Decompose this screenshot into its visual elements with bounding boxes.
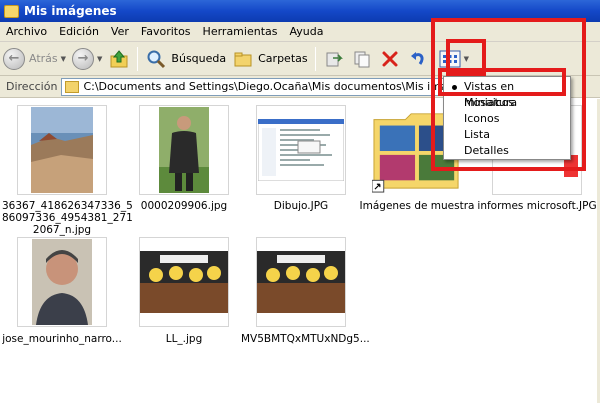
file-thumbnail[interactable]: [256, 237, 346, 327]
window-title: Mis imágenes: [24, 4, 117, 18]
toolbar-separator: [314, 46, 316, 71]
file-name: LL_.jpg: [165, 333, 203, 345]
back-label: Atrás: [29, 52, 58, 65]
address-path: C:\Documents and Settings\Diego.Ocaña\Mi…: [83, 80, 450, 93]
file-thumbnail[interactable]: [139, 237, 229, 327]
delete-button[interactable]: [376, 45, 404, 73]
search-icon: [145, 48, 167, 70]
file-name: MV5BMTQxMTUxNDg5...: [241, 333, 370, 345]
coastline-photo-icon: [31, 107, 93, 193]
up-folder-icon: [108, 48, 130, 70]
menu-favoritos[interactable]: Favoritos: [135, 25, 197, 38]
address-field[interactable]: C:\Documents and Settings\Diego.Ocaña\Mi…: [61, 77, 450, 96]
toolbar-separator: [137, 46, 139, 71]
copy-to-button[interactable]: [348, 45, 376, 73]
person-photo-icon: [159, 107, 209, 193]
move-to-button[interactable]: [320, 45, 348, 73]
folders-button[interactable]: Carpetas: [229, 45, 310, 73]
file-name: 36367_418626347336_5 86097336_4954381_271…: [2, 200, 133, 236]
file-thumbnail[interactable]: [256, 105, 346, 195]
back-arrow-icon: ←: [3, 47, 25, 70]
file-name: jose_mourinho_narro...: [2, 333, 122, 345]
cartoon-photo-icon: [257, 251, 345, 313]
chevron-down-icon: ▼: [97, 54, 103, 63]
forward-arrow-icon: →: [72, 47, 95, 70]
chevron-down-icon: ▼: [60, 54, 67, 63]
folder-icon: [65, 80, 80, 93]
folder-name: Imágenes de muestra: [359, 200, 475, 212]
forward-button[interactable]: → ▼: [69, 45, 105, 73]
menu-archivo[interactable]: Archivo: [0, 25, 53, 38]
menu-ayuda[interactable]: Ayuda: [283, 25, 329, 38]
file-thumbnail[interactable]: [17, 237, 107, 327]
annotation-thumbnails-item-box: [438, 68, 566, 96]
copy-to-icon: [351, 48, 373, 70]
back-button[interactable]: ← Atrás ▼: [0, 45, 69, 73]
file-name: Dibujo.JPG: [273, 200, 329, 212]
file-thumbnail[interactable]: [139, 105, 229, 195]
folders-label: Carpetas: [258, 52, 308, 65]
search-button[interactable]: Búsqueda: [142, 45, 229, 73]
search-label: Búsqueda: [171, 52, 227, 65]
folders-icon: [232, 48, 254, 70]
up-folder-button[interactable]: [105, 45, 133, 73]
undo-icon: [407, 48, 429, 70]
folder-icon: [4, 4, 19, 18]
file-name: informes microsoft.JPG: [477, 200, 597, 212]
menu-edicion[interactable]: Edición: [53, 25, 105, 38]
screenshot-document-icon: [258, 119, 344, 181]
address-label: Dirección: [6, 80, 58, 93]
move-to-icon: [323, 48, 345, 70]
delete-icon: [379, 48, 401, 70]
undo-button[interactable]: [404, 45, 432, 73]
menu-ver[interactable]: Ver: [105, 25, 135, 38]
file-name: 0000209906.jpg: [140, 200, 228, 212]
menu-herramientas[interactable]: Herramientas: [197, 25, 284, 38]
file-thumbnail[interactable]: [17, 105, 107, 195]
portrait-photo-icon: [32, 239, 92, 325]
cartoon-photo-icon: [140, 251, 228, 313]
